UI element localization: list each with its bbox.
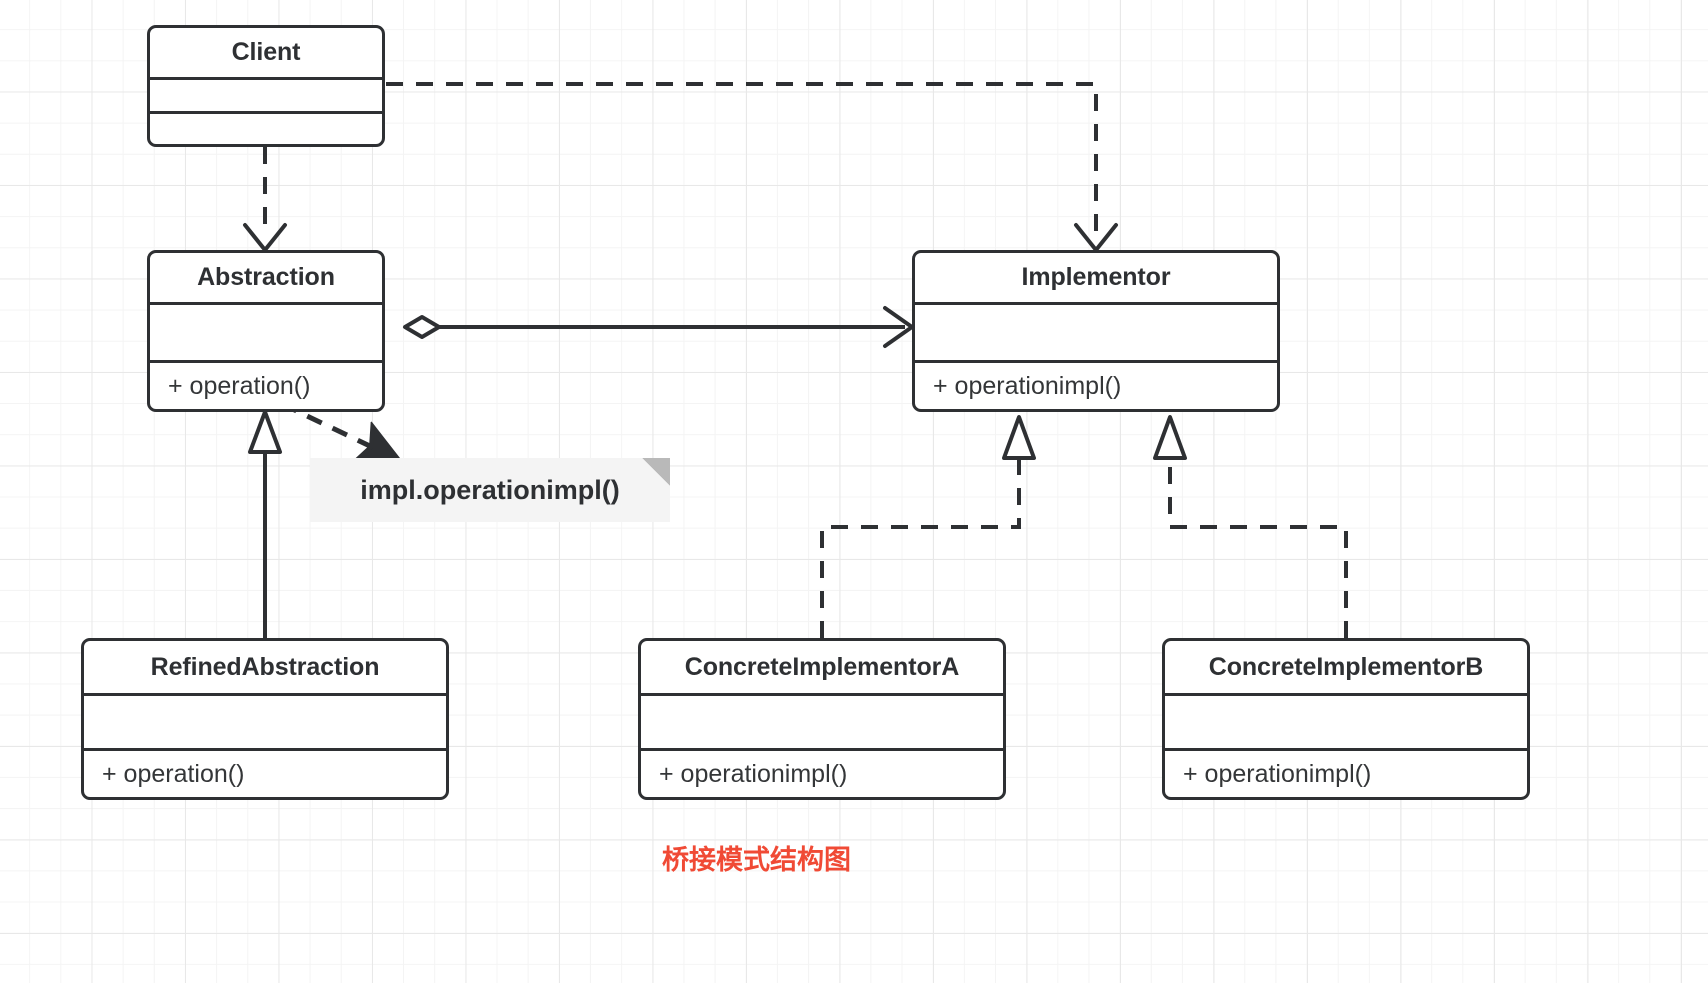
class-box-concrete-implementor-a[interactable]: ConcreteImplementorA + operationimpl() bbox=[638, 638, 1006, 800]
class-attributes-concrete-implementor-a bbox=[641, 696, 1003, 751]
class-attributes-abstraction bbox=[150, 305, 382, 363]
class-operations-client bbox=[150, 114, 382, 144]
class-name-refined-abstraction: RefinedAbstraction bbox=[84, 641, 446, 696]
class-operations-concrete-implementor-b: + operationimpl() bbox=[1183, 759, 1372, 788]
class-operations-refined-abstraction: + operation() bbox=[102, 759, 245, 788]
relationship-edges bbox=[243, 82, 1348, 638]
edge-abstraction-to-implementor bbox=[403, 306, 914, 348]
class-operations-abstraction: + operation() bbox=[168, 371, 311, 400]
class-box-client[interactable]: Client bbox=[147, 25, 385, 147]
diagram-canvas: Client Abstraction + operation() Impleme… bbox=[0, 0, 1708, 983]
note-text: impl.operationimpl() bbox=[360, 474, 620, 505]
edge-client-to-abstraction bbox=[243, 147, 287, 252]
class-box-concrete-implementor-b[interactable]: ConcreteImplementorB + operationimpl() bbox=[1162, 638, 1530, 800]
edge-refined-to-abstraction bbox=[248, 410, 282, 638]
class-name-concrete-implementor-a: ConcreteImplementorA bbox=[641, 641, 1003, 696]
class-name-implementor: Implementor bbox=[915, 253, 1277, 305]
class-name-client: Client bbox=[150, 28, 382, 80]
note-fold-corner-icon bbox=[642, 458, 670, 486]
class-attributes-refined-abstraction bbox=[84, 696, 446, 751]
class-attributes-implementor bbox=[915, 305, 1277, 363]
edge-abstraction-to-note bbox=[280, 401, 395, 458]
class-name-abstraction: Abstraction bbox=[150, 253, 382, 305]
note-box[interactable]: impl.operationimpl() bbox=[310, 458, 670, 522]
class-name-concrete-implementor-b: ConcreteImplementorB bbox=[1165, 641, 1527, 696]
class-attributes-client bbox=[150, 80, 382, 114]
edge-concreteA-to-implementor bbox=[820, 415, 1036, 638]
diagram-caption: 桥接模式结构图 bbox=[662, 845, 851, 875]
class-box-implementor[interactable]: Implementor + operationimpl() bbox=[912, 250, 1280, 412]
edge-client-to-implementor bbox=[386, 82, 1118, 252]
class-attributes-concrete-implementor-b bbox=[1165, 696, 1527, 751]
class-operations-implementor: + operationimpl() bbox=[933, 371, 1122, 400]
class-operations-concrete-implementor-a: + operationimpl() bbox=[659, 759, 848, 788]
class-box-abstraction[interactable]: Abstraction + operation() bbox=[147, 250, 385, 412]
class-box-refined-abstraction[interactable]: RefinedAbstraction + operation() bbox=[81, 638, 449, 800]
edge-concreteB-to-implementor bbox=[1153, 415, 1348, 638]
